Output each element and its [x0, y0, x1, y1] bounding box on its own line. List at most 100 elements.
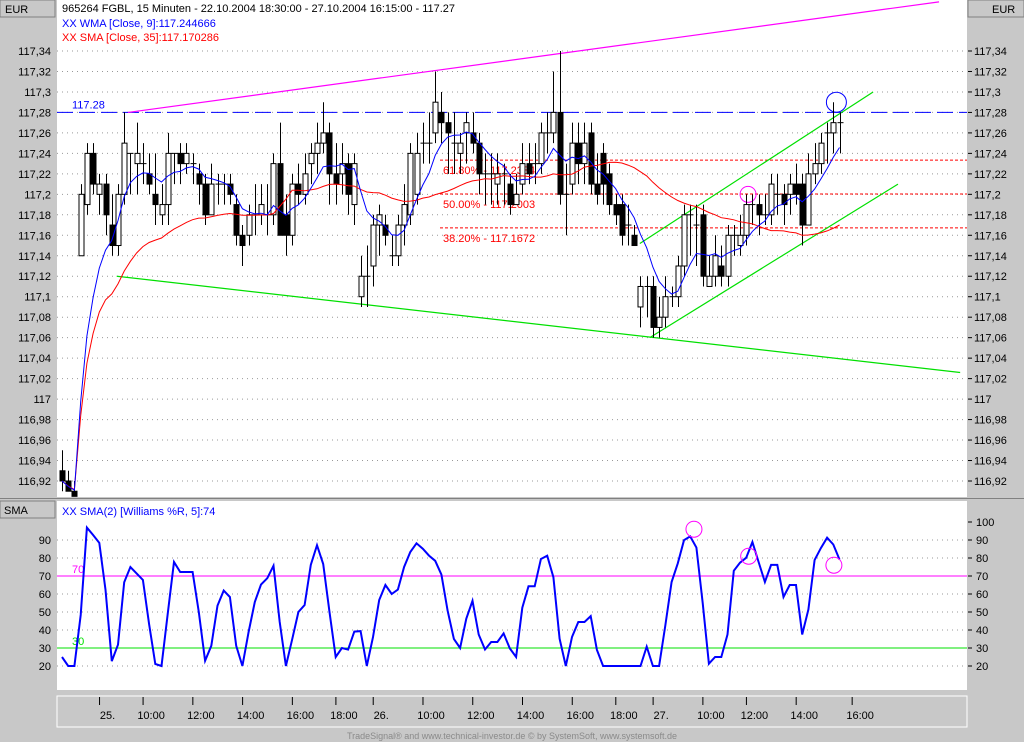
candle-body-down — [575, 142, 582, 165]
candle-body-down — [606, 173, 613, 206]
candle-body-up — [302, 173, 309, 195]
candle — [84, 143, 91, 215]
price-tick-right: 116,94 — [974, 456, 1007, 468]
candle-body-up — [463, 122, 470, 134]
price-tick-right: 117,34 — [974, 46, 1007, 58]
time-tick-label: 16:00 — [287, 710, 315, 722]
price-tick-right: 117,28 — [974, 107, 1007, 119]
candle-body-down — [588, 132, 595, 185]
candle-body-up — [134, 152, 141, 165]
candle-body-down — [277, 163, 284, 236]
candle-body-up — [513, 193, 520, 206]
candle-body-up — [407, 152, 414, 216]
indicator-tick-left: 40 — [39, 625, 51, 637]
candle — [681, 204, 688, 277]
candle-body-down — [445, 122, 452, 134]
candle-body-up — [308, 152, 315, 165]
indicator-tick-left: 80 — [39, 553, 51, 565]
time-tick-label: 16:00 — [566, 710, 594, 722]
candle-body-down — [700, 214, 707, 277]
price-tick-left: 116,96 — [18, 435, 51, 447]
candle-body-up — [830, 122, 837, 134]
candle-body-down — [103, 183, 110, 216]
price-tick-left: 117 — [33, 394, 51, 406]
price-tick-left: 117,34 — [18, 46, 51, 58]
candle-body-up — [656, 316, 663, 328]
time-tick-label: 12:00 — [467, 710, 495, 722]
indicator-tick-right: 70 — [976, 571, 988, 583]
price-tick-left: 117,28 — [18, 107, 51, 119]
candle-body-down — [600, 152, 607, 185]
candle-body-up — [743, 204, 750, 236]
price-tick-left: 117,1 — [24, 292, 51, 304]
candle-body-up — [706, 275, 713, 287]
candle-body-up — [569, 142, 576, 185]
candle-body-down — [90, 152, 97, 185]
candle-body-up — [787, 183, 794, 195]
price-tick-right: 117,22 — [974, 169, 1007, 181]
price-tick-left: 117,18 — [18, 210, 51, 222]
candle-body-down — [71, 490, 78, 497]
candle-body-down — [756, 204, 763, 216]
indicator-tick-right: 90 — [976, 535, 988, 547]
time-tick-label: 14:00 — [517, 710, 545, 722]
indicator-tick-left: 70 — [39, 571, 51, 583]
price-tick-right: 117,12 — [974, 271, 1007, 283]
indicator-tick-right: 100 — [976, 517, 994, 529]
time-tick-label: 10:00 — [697, 710, 725, 722]
price-tick-left: 117,06 — [18, 333, 51, 345]
price-tick-left: 117,12 — [18, 271, 51, 283]
candle-body-up — [550, 111, 557, 134]
candle-body-up — [208, 183, 215, 216]
indicator-tick-left: 90 — [39, 535, 51, 547]
williams-legend: XX SMA(2) [Williams %R, 5]:74 — [62, 506, 215, 518]
price-tick-left: 117,02 — [18, 374, 51, 386]
time-tick-label: 16:00 — [846, 710, 874, 722]
indicator-tick-right: 50 — [976, 607, 988, 619]
candle-body-down — [177, 152, 184, 165]
price-tick-left: 116,94 — [18, 456, 51, 468]
candle-body-down — [438, 111, 445, 124]
indicator-tick-right: 60 — [976, 589, 988, 601]
candle-body-up — [637, 285, 644, 308]
left-currency-label: EUR — [5, 4, 28, 16]
price-tick-right: 117,04 — [974, 353, 1007, 365]
candle-body-up — [494, 173, 501, 185]
price-tick-left: 117,22 — [18, 169, 51, 181]
indicator-pane[interactable] — [57, 501, 967, 690]
price-tick-right: 117,18 — [974, 210, 1007, 222]
price-tick-right: 116,96 — [974, 435, 1007, 447]
candle-body-up — [395, 224, 402, 257]
candle-body-down — [295, 183, 302, 195]
indicator-tick-left: 60 — [39, 589, 51, 601]
fibonacci-label: 50.00% - 117.2003 — [443, 199, 535, 211]
indicator-tick-right: 30 — [976, 643, 988, 655]
price-pane[interactable] — [57, 0, 967, 497]
candle-body-down — [202, 183, 209, 216]
candle-body-down — [650, 285, 657, 328]
wma-legend: XX WMA [Close, 9]:117.244666 — [62, 18, 216, 30]
price-tick-right: 117,16 — [974, 230, 1007, 242]
candle-body-up — [662, 296, 669, 318]
candle-body-up — [805, 173, 812, 226]
time-tick-label: 10:00 — [137, 710, 165, 722]
time-tick-label: 26. — [374, 710, 389, 722]
time-tick-label: 12:00 — [741, 710, 769, 722]
candle-body-down — [239, 234, 246, 247]
price-tick-right: 117,26 — [974, 128, 1007, 140]
candle-body-up — [370, 224, 377, 267]
sma-legend: XX SMA [Close, 35]:117.170286 — [62, 32, 219, 44]
chart-window: EUR EUR SMA 117,34 117,34 117,32 117,32 117,… — [0, 0, 1024, 742]
price-tick-right: 117,08 — [974, 312, 1007, 324]
candle-body-down — [619, 204, 626, 236]
price-tick-left: 117,16 — [18, 230, 51, 242]
price-tick-left: 117,04 — [18, 353, 51, 365]
price-tick-left: 116,98 — [18, 415, 51, 427]
time-tick-label: 18:00 — [610, 710, 638, 722]
candle-body-down — [793, 183, 800, 195]
candle-body-down — [196, 173, 203, 185]
price-tick-right: 116,92 — [974, 476, 1007, 488]
price-tick-right: 117,24 — [974, 148, 1007, 160]
candle-body-down — [718, 265, 725, 277]
candle — [700, 204, 707, 287]
